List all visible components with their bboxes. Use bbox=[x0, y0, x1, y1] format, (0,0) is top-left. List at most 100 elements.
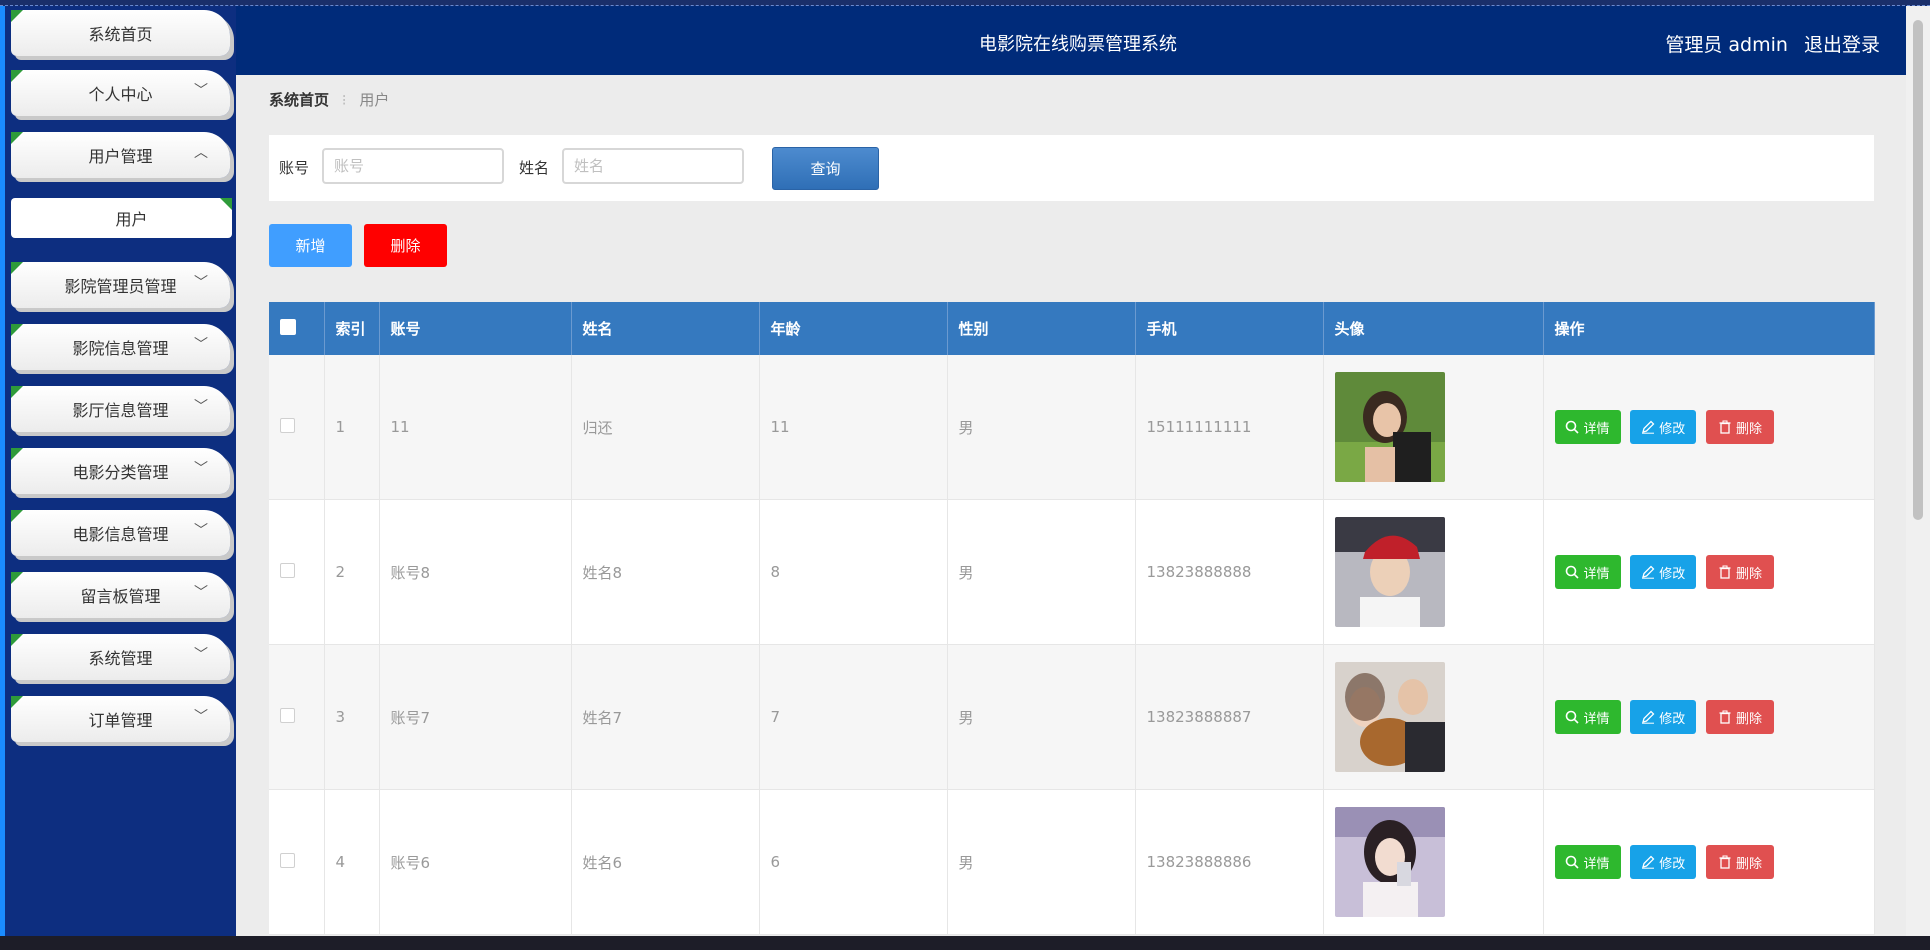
chevron-down-icon: ﹀ bbox=[194, 83, 208, 99]
avatar-image bbox=[1334, 807, 1445, 917]
edit-button-label: 修改 bbox=[1659, 856, 1686, 872]
cell-account: 账号7 bbox=[379, 644, 572, 790]
edit-pencil-icon bbox=[1641, 710, 1655, 724]
account-search-input[interactable] bbox=[322, 148, 504, 184]
row-checkbox[interactable] bbox=[280, 417, 295, 433]
cell-gender: 男 bbox=[947, 499, 1136, 645]
row-checkbox[interactable] bbox=[280, 852, 295, 868]
breadcrumb-current: 用户 bbox=[359, 91, 390, 109]
account-label: 账号 bbox=[279, 159, 310, 177]
table-row: 1 11 归还 11 男 15111111111 详情 修改 删除 bbox=[269, 355, 1875, 500]
trash-icon bbox=[1718, 855, 1732, 869]
select-all-checkbox[interactable] bbox=[280, 318, 296, 335]
name-search-input[interactable] bbox=[562, 148, 744, 184]
search-icon bbox=[1565, 565, 1580, 579]
breadcrumb-home[interactable]: 系统首页 bbox=[269, 91, 329, 109]
edit-button[interactable]: 修改 bbox=[1630, 410, 1697, 444]
cell-actions: 详情 修改 删除 bbox=[1543, 644, 1875, 790]
cell-phone: 13823888886 bbox=[1135, 789, 1324, 935]
table-row: 4 账号6 姓名6 6 男 13823888886 详情 修改 删除 bbox=[269, 789, 1875, 935]
edit-pencil-icon bbox=[1641, 420, 1655, 434]
cell-avatar bbox=[1323, 499, 1544, 645]
corner-decoration bbox=[11, 696, 23, 708]
sidebar-item-hall-info-management[interactable]: 影厅信息管理 ﹀ bbox=[11, 386, 230, 432]
cell-name: 姓名7 bbox=[571, 644, 760, 790]
detail-button[interactable]: 详情 bbox=[1554, 410, 1621, 444]
row-checkbox[interactable] bbox=[280, 707, 295, 723]
cell-account: 11 bbox=[379, 355, 572, 500]
header-user-area: 管理员 admin 退出登录 bbox=[1655, 30, 1880, 57]
row-checkbox[interactable] bbox=[280, 562, 295, 578]
batch-delete-button[interactable]: 删除 bbox=[364, 224, 447, 267]
chevron-down-icon: ﹀ bbox=[194, 399, 208, 415]
column-header-age: 年龄 bbox=[759, 302, 948, 355]
sidebar-item-message-board-management[interactable]: 留言板管理 ﹀ bbox=[11, 572, 230, 618]
search-bar: 账号 姓名 查询 bbox=[269, 135, 1874, 201]
row-delete-button[interactable]: 删除 bbox=[1706, 555, 1775, 589]
avatar-image bbox=[1334, 372, 1445, 482]
sidebar-item-home[interactable]: 系统首页 bbox=[11, 10, 230, 56]
cell-index: 3 bbox=[324, 644, 380, 790]
row-delete-button-label: 删除 bbox=[1736, 711, 1763, 727]
cell-age: 6 bbox=[759, 789, 948, 935]
column-header-avatar: 头像 bbox=[1323, 302, 1544, 355]
scrollbar-thumb[interactable] bbox=[1913, 20, 1923, 520]
sidebar-item-movie-info-management[interactable]: 电影信息管理 ﹀ bbox=[11, 510, 230, 556]
cell-age: 11 bbox=[759, 355, 948, 500]
cell-account: 账号8 bbox=[379, 499, 572, 645]
sidebar-item-cinema-info-management[interactable]: 影院信息管理 ﹀ bbox=[11, 324, 230, 370]
sidebar-item-movie-category-management[interactable]: 电影分类管理 ﹀ bbox=[11, 448, 230, 494]
trash-icon bbox=[1718, 565, 1732, 579]
trash-icon bbox=[1718, 420, 1732, 434]
corner-decoration bbox=[11, 132, 23, 144]
table-header-row: 索引 账号 姓名 年龄 性别 手机 头像 操作 bbox=[269, 302, 1875, 355]
sidebar-item-label: 订单管理 bbox=[88, 711, 153, 730]
sidebar-item-cinema-admin-management[interactable]: 影院管理员管理 ﹀ bbox=[11, 262, 230, 308]
sidebar-item-label: 影厅信息管理 bbox=[72, 401, 169, 420]
query-button[interactable]: 查询 bbox=[772, 147, 879, 190]
cell-index: 1 bbox=[324, 355, 380, 500]
search-icon bbox=[1565, 420, 1580, 434]
sidebar-item-order-management[interactable]: 订单管理 ﹀ bbox=[11, 696, 230, 742]
edit-pencil-icon bbox=[1641, 855, 1655, 869]
chevron-down-icon: ﹀ bbox=[194, 585, 208, 601]
cell-age: 7 bbox=[759, 644, 948, 790]
sidebar-item-user-management[interactable]: 用户管理 ︿ bbox=[11, 132, 230, 178]
row-delete-button[interactable]: 删除 bbox=[1706, 700, 1775, 734]
corner-decoration bbox=[11, 572, 23, 584]
corner-decoration bbox=[11, 510, 23, 522]
row-delete-button[interactable]: 删除 bbox=[1706, 845, 1775, 879]
cell-name: 归还 bbox=[571, 355, 760, 500]
sidebar-item-label: 系统首页 bbox=[88, 25, 153, 44]
cell-phone: 13823888887 bbox=[1135, 644, 1324, 790]
detail-button-label: 详情 bbox=[1583, 856, 1610, 872]
cell-actions: 详情 修改 删除 bbox=[1543, 499, 1875, 645]
corner-decoration bbox=[11, 634, 23, 646]
detail-button[interactable]: 详情 bbox=[1554, 700, 1621, 734]
edit-button[interactable]: 修改 bbox=[1630, 700, 1697, 734]
logout-link[interactable]: 退出登录 bbox=[1804, 34, 1880, 56]
column-header-index: 索引 bbox=[324, 302, 380, 355]
vertical-scrollbar[interactable] bbox=[1906, 6, 1930, 936]
sidebar-item-label: 系统管理 bbox=[88, 649, 153, 668]
row-delete-button[interactable]: 删除 bbox=[1706, 410, 1775, 444]
sidebar-item-system-management[interactable]: 系统管理 ﹀ bbox=[11, 634, 230, 680]
corner-decoration bbox=[11, 324, 23, 336]
sidebar-subitem-user[interactable]: 用户 bbox=[11, 198, 232, 238]
sidebar-item-personal-center[interactable]: 个人中心 ﹀ bbox=[11, 70, 230, 116]
name-label: 姓名 bbox=[519, 159, 550, 177]
cell-index: 4 bbox=[324, 789, 380, 935]
main-content: 系统首页 ⁝ 用户 账号 姓名 查询 新增 删除 索引 账号 姓名 年龄 性别 … bbox=[236, 75, 1906, 936]
detail-button[interactable]: 详情 bbox=[1554, 845, 1621, 879]
corner-decoration bbox=[220, 198, 232, 210]
add-button[interactable]: 新增 bbox=[269, 224, 352, 267]
column-header-name: 姓名 bbox=[571, 302, 760, 355]
edit-button-label: 修改 bbox=[1659, 421, 1686, 437]
table-row: 3 账号7 姓名7 7 男 13823888887 详情 修改 删除 bbox=[269, 644, 1875, 790]
corner-decoration bbox=[11, 10, 23, 22]
corner-decoration bbox=[11, 448, 23, 460]
detail-button-label: 详情 bbox=[1583, 566, 1610, 582]
edit-button[interactable]: 修改 bbox=[1630, 555, 1697, 589]
detail-button[interactable]: 详情 bbox=[1554, 555, 1621, 589]
edit-button[interactable]: 修改 bbox=[1630, 845, 1697, 879]
